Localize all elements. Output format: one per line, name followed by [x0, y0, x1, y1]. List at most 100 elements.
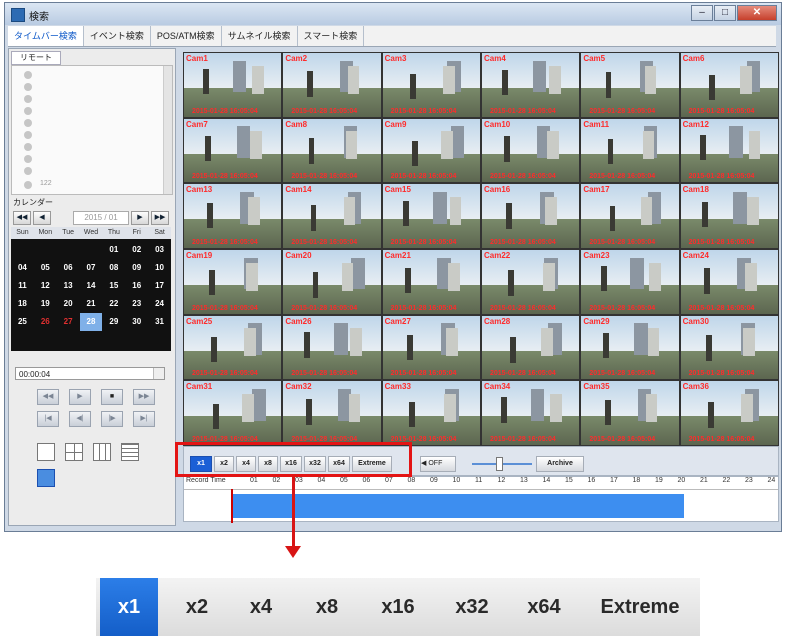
calendar-day[interactable]: 06: [57, 259, 80, 277]
calendar-day[interactable]: 16: [125, 277, 148, 295]
prev-frame-button[interactable]: ◀|: [69, 411, 91, 427]
next-year-button[interactable]: ▶▶: [151, 211, 169, 225]
first-frame-button[interactable]: |◀: [37, 411, 59, 427]
calendar-day[interactable]: 30: [125, 313, 148, 331]
camera-tile[interactable]: Cam14 2015-01-28 16:05:04: [282, 183, 382, 249]
tree-item[interactable]: [24, 118, 144, 128]
camera-tile[interactable]: Cam11 2015-01-28 16:05:04: [580, 117, 680, 184]
calendar-day[interactable]: 08: [102, 259, 125, 277]
zoom-speed-x4[interactable]: x4: [236, 578, 286, 636]
device-tree[interactable]: 122: [11, 65, 173, 195]
zoom-speed-x64[interactable]: x64: [514, 578, 574, 636]
camera-tile[interactable]: Cam26 2015-01-28 16:05:04: [282, 314, 382, 381]
tab-event-search[interactable]: イベント検索: [84, 26, 151, 46]
calendar-day[interactable]: 09: [125, 259, 148, 277]
prev-year-button[interactable]: ◀◀: [13, 211, 31, 225]
camera-tile[interactable]: Cam19 2015-01-28 16:05:04: [183, 249, 283, 315]
camera-tile[interactable]: Cam2 2015-01-28 16:05:04: [282, 52, 382, 118]
camera-tile[interactable]: Cam12 2015-01-28 16:05:04: [679, 117, 779, 184]
camera-tile[interactable]: Cam28 2015-01-28 16:05:04: [481, 314, 581, 381]
tree-item[interactable]: [24, 166, 144, 176]
camera-tile[interactable]: Cam30 2015-01-28 16:05:04: [679, 314, 779, 381]
zoom-speed-extreme[interactable]: Extreme: [588, 578, 692, 636]
calendar-day[interactable]: 07: [80, 259, 103, 277]
tree-item[interactable]: [24, 130, 144, 140]
calendar-day[interactable]: 15: [102, 277, 125, 295]
minimize-button[interactable]: –: [691, 5, 713, 21]
volume-slider[interactable]: [468, 456, 538, 472]
layout-4-icon[interactable]: [65, 443, 83, 461]
camera-tile[interactable]: Cam16 2015-01-28 16:05:04: [481, 183, 581, 249]
calendar-day[interactable]: 05: [34, 259, 57, 277]
calendar-day[interactable]: 22: [102, 295, 125, 313]
tree-item[interactable]: [24, 94, 144, 104]
remote-tab[interactable]: リモート: [11, 51, 61, 65]
calendar-day[interactable]: 29: [102, 313, 125, 331]
camera-tile[interactable]: Cam10 2015-01-28 16:05:04: [481, 117, 581, 184]
zoom-speed-x8[interactable]: x8: [302, 578, 352, 636]
tab-pos-atm-search[interactable]: POS/ATM検索: [151, 26, 222, 46]
zoom-speed-x16[interactable]: x16: [368, 578, 428, 636]
tree-item[interactable]: [24, 142, 144, 152]
calendar-day[interactable]: 12: [34, 277, 57, 295]
calendar-day[interactable]: 20: [57, 295, 80, 313]
camera-tile[interactable]: Cam18 2015-01-28 16:05:04: [679, 183, 779, 249]
calendar-day[interactable]: 26: [34, 313, 57, 331]
camera-tile[interactable]: Cam6 2015-01-28 16:05:04: [679, 52, 779, 118]
camera-tile[interactable]: Cam33 2015-01-28 16:05:04: [381, 380, 481, 446]
fast-forward-button[interactable]: ▶▶: [133, 389, 155, 405]
timeline-cursor[interactable]: [231, 489, 233, 523]
calendar-day[interactable]: 25: [11, 313, 34, 331]
calendar-day[interactable]: 04: [11, 259, 34, 277]
calendar-day[interactable]: 13: [57, 277, 80, 295]
camera-tile[interactable]: Cam5 2015-01-28 16:05:04: [580, 52, 680, 118]
calendar-day[interactable]: 24: [148, 295, 171, 313]
calendar-day[interactable]: 18: [11, 295, 34, 313]
archive-button[interactable]: Archive: [536, 456, 584, 472]
layout-16-icon[interactable]: [121, 443, 139, 461]
tab-timebar-search[interactable]: タイムバー検索: [8, 26, 84, 46]
calendar-day[interactable]: 02: [125, 241, 148, 259]
play-reverse-button[interactable]: ▶: [69, 389, 91, 405]
zoom-speed-x2[interactable]: x2: [172, 578, 222, 636]
layout-9-icon[interactable]: [93, 443, 111, 461]
camera-tile[interactable]: Cam9 2015-01-28 16:05:04: [381, 117, 481, 184]
camera-tile[interactable]: Cam21 2015-01-28 16:05:04: [381, 249, 481, 315]
camera-tile[interactable]: Cam13 2015-01-28 16:05:04: [183, 183, 283, 249]
volume-knob[interactable]: [496, 457, 503, 471]
calendar-day[interactable]: 10: [148, 259, 171, 277]
calendar-day[interactable]: 28: [79, 313, 103, 331]
stop-button[interactable]: ■: [101, 389, 123, 405]
camera-tile[interactable]: Cam23 2015-01-28 16:05:04: [580, 249, 680, 315]
camera-tile[interactable]: Cam31 2015-01-28 16:05:04: [183, 380, 283, 446]
camera-tile[interactable]: Cam15 2015-01-28 16:05:04: [381, 183, 481, 249]
camera-tile[interactable]: Cam27 2015-01-28 16:05:04: [381, 314, 481, 381]
tree-item[interactable]: [24, 154, 144, 164]
calendar-day[interactable]: 03: [148, 241, 171, 259]
camera-tile[interactable]: Cam3 2015-01-28 16:05:04: [381, 52, 481, 118]
camera-tile[interactable]: Cam1 2015-01-28 16:05:04: [183, 52, 283, 118]
calendar-day[interactable]: 23: [125, 295, 148, 313]
zoom-speed-x1[interactable]: x1: [100, 578, 158, 636]
next-month-button[interactable]: ▶: [131, 211, 149, 225]
calendar-day[interactable]: 11: [11, 277, 34, 295]
calendar-day[interactable]: 19: [34, 295, 57, 313]
camera-tile[interactable]: Cam29 2015-01-28 16:05:04: [580, 314, 680, 381]
camera-tile[interactable]: Cam4 2015-01-28 16:05:04: [481, 52, 581, 118]
timeline[interactable]: Record Time 01 02 03 04 05 06 07 08 09 10 11 12 13 14…: [183, 476, 779, 523]
fast-rewind-button[interactable]: ◀◀: [37, 389, 59, 405]
calendar-day[interactable]: 17: [148, 277, 171, 295]
prev-month-button[interactable]: ◀: [33, 211, 51, 225]
camera-tile[interactable]: Cam17 2015-01-28 16:05:04: [580, 183, 680, 249]
tree-item[interactable]: [24, 82, 144, 92]
tree-item[interactable]: [24, 70, 144, 80]
audio-toggle-button[interactable]: ◀ OFF: [420, 456, 456, 472]
maximize-button[interactable]: □: [714, 5, 736, 21]
time-spinner[interactable]: [153, 368, 164, 379]
zoom-speed-x32[interactable]: x32: [442, 578, 502, 636]
camera-tile[interactable]: Cam24 2015-01-28 16:05:04: [679, 249, 779, 315]
camera-tile[interactable]: Cam32 2015-01-28 16:05:04: [282, 380, 382, 446]
camera-tile[interactable]: Cam20 2015-01-28 16:05:04: [282, 249, 382, 315]
camera-tile[interactable]: Cam8 2015-01-28 16:05:04: [282, 117, 382, 184]
time-field[interactable]: 00:00:04: [15, 367, 165, 380]
